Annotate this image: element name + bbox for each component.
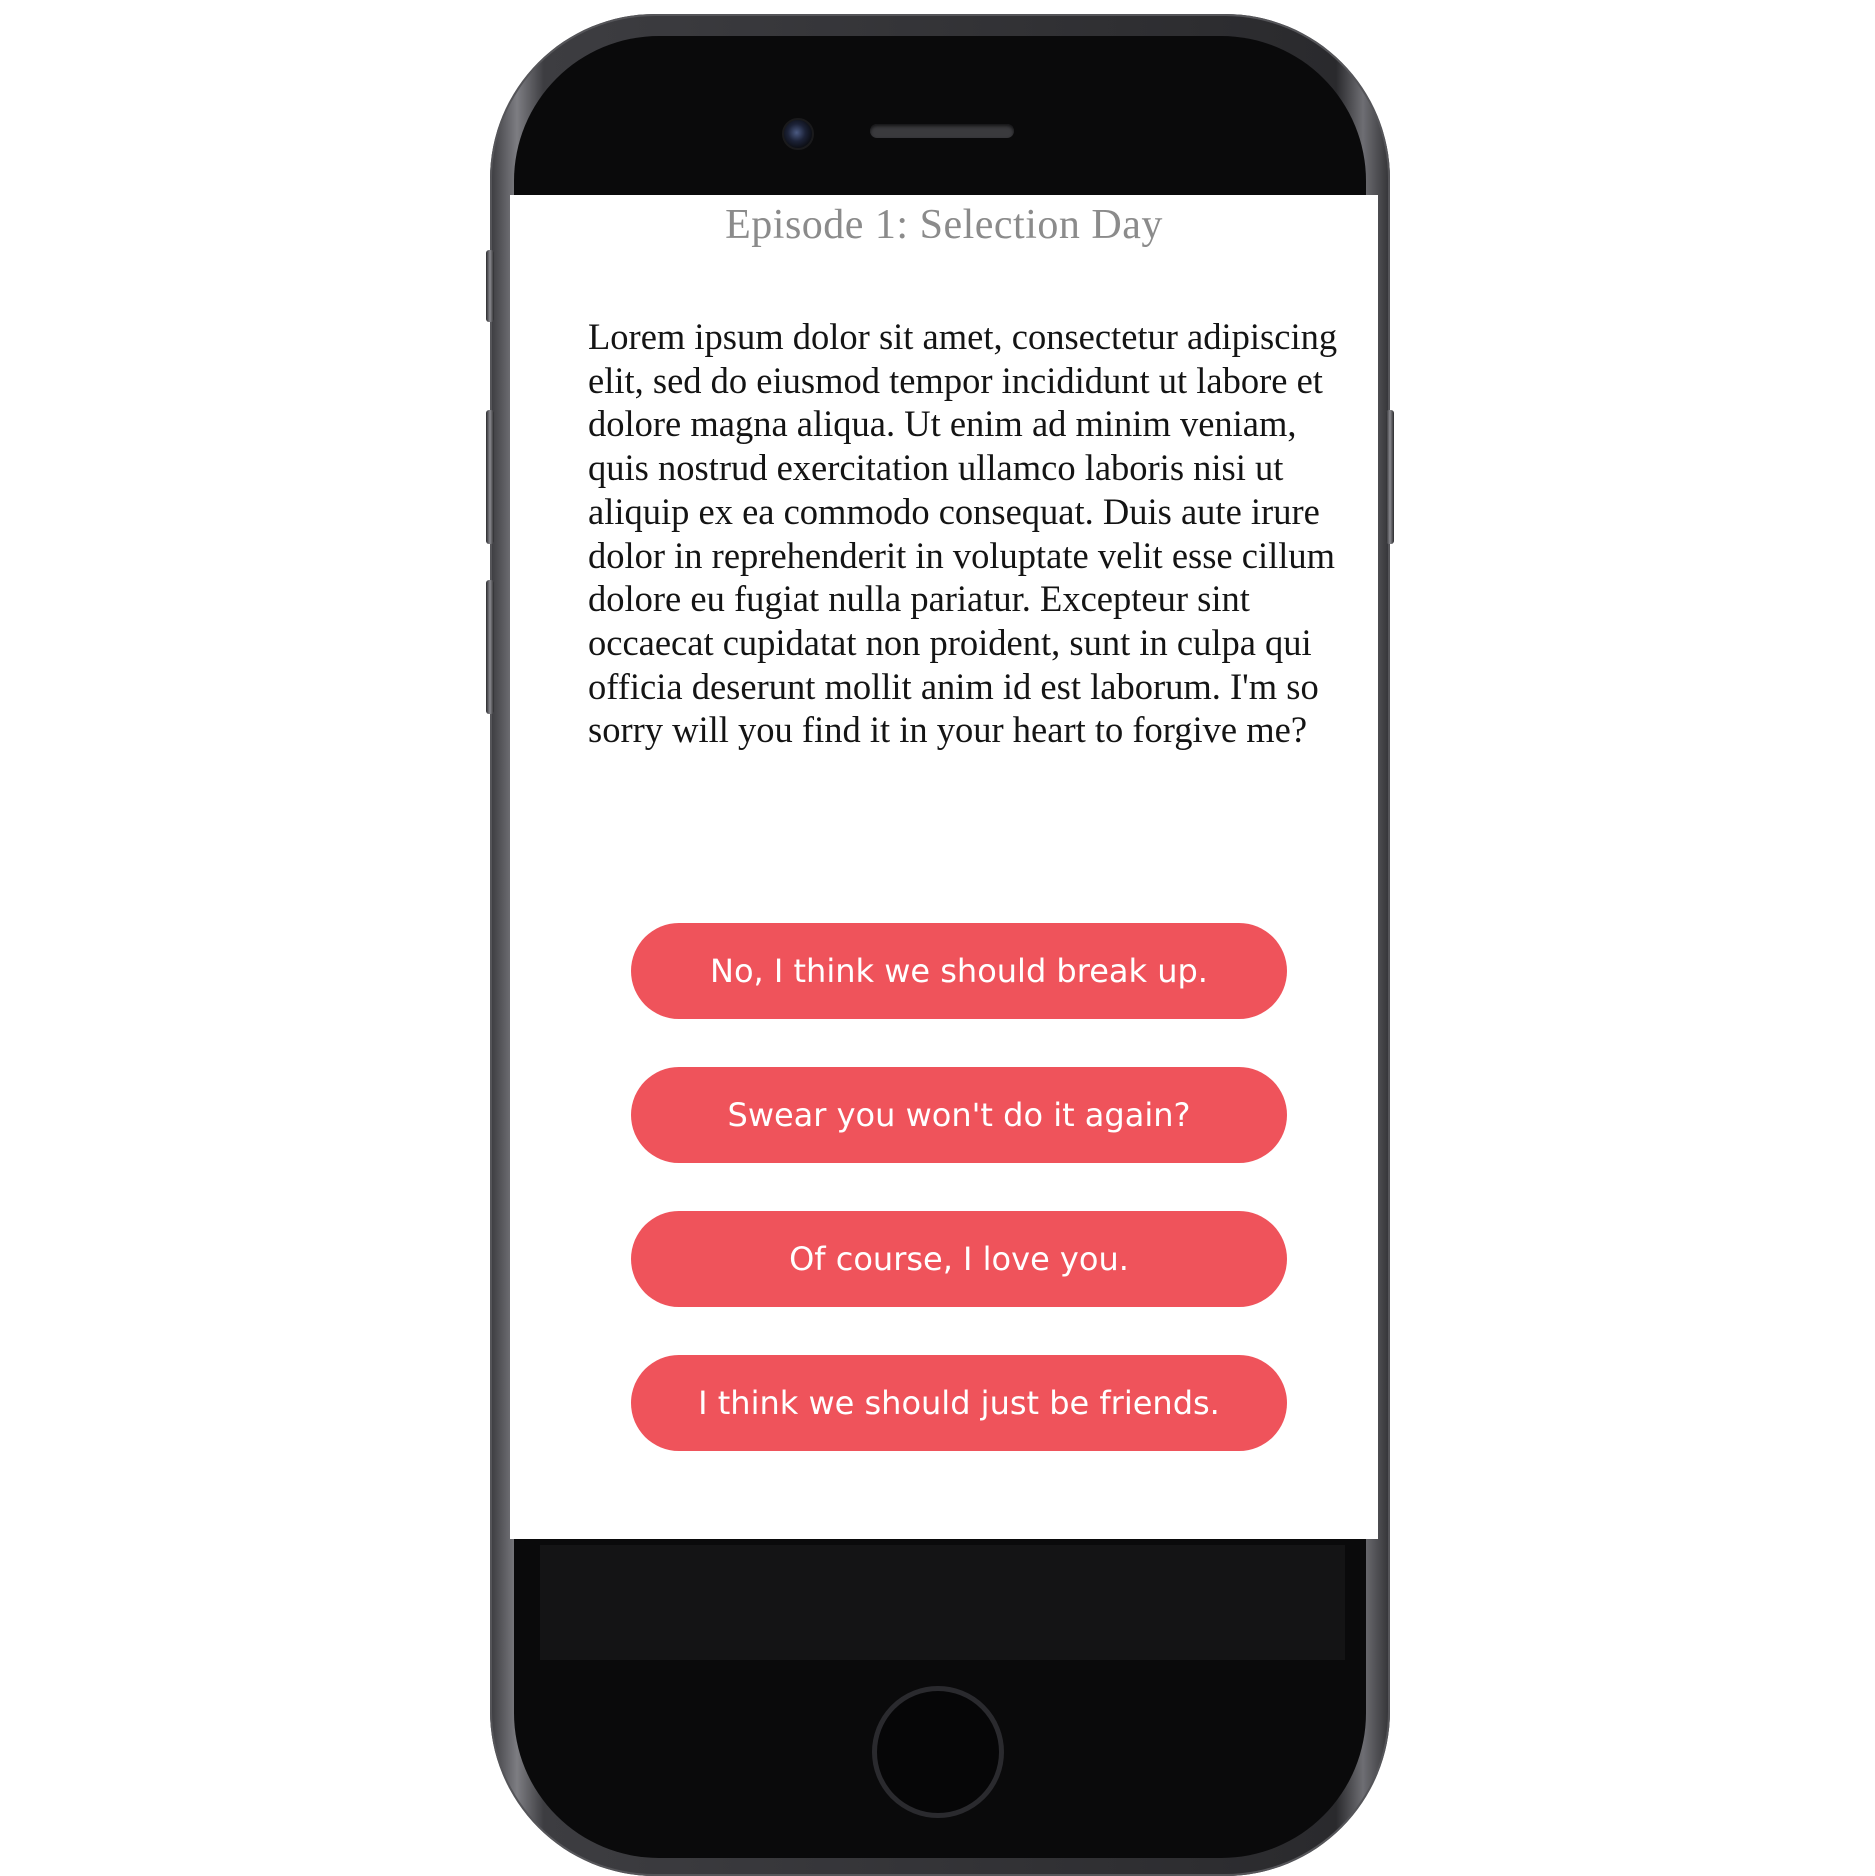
app-screen: Episode 1: Selection Day Lorem ipsum dol…	[510, 195, 1378, 1539]
episode-title: Episode 1: Selection Day	[725, 202, 1163, 248]
choice-list: No, I think we should break up. Swear yo…	[631, 923, 1287, 1499]
choice-button-love-you[interactable]: Of course, I love you.	[631, 1211, 1287, 1307]
front-camera-icon	[782, 118, 814, 150]
volume-up-button	[486, 410, 494, 544]
mute-switch	[486, 250, 494, 322]
bottom-bezel-panel	[540, 1545, 1345, 1660]
power-button	[1386, 410, 1394, 544]
choice-button-break-up[interactable]: No, I think we should break up.	[631, 923, 1287, 1019]
earpiece-speaker	[870, 124, 1014, 138]
choice-button-just-friends[interactable]: I think we should just be friends.	[631, 1355, 1287, 1451]
home-button[interactable]	[872, 1686, 1004, 1818]
volume-down-button	[486, 580, 494, 714]
story-text: Lorem ipsum dolor sit amet, consectetur …	[588, 316, 1338, 751]
choice-button-swear[interactable]: Swear you won't do it again?	[631, 1067, 1287, 1163]
